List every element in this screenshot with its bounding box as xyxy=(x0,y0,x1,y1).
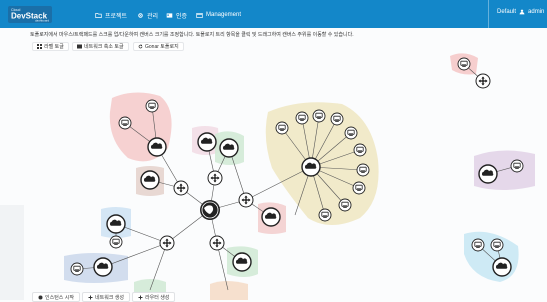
instance-node[interactable] xyxy=(330,112,344,126)
router-6[interactable] xyxy=(475,73,491,89)
network-node-cyan[interactable] xyxy=(492,257,512,277)
network-group-peach xyxy=(210,281,248,300)
plus-icon xyxy=(88,295,93,299)
router-4[interactable] xyxy=(159,235,175,251)
instance-node[interactable] xyxy=(344,126,358,140)
network-node-yellow[interactable] xyxy=(301,157,321,177)
router-1[interactable] xyxy=(173,180,189,196)
create-network-button[interactable]: 네트워크 생성 xyxy=(82,292,130,302)
create-router-label: 라우터 생성 xyxy=(145,294,170,301)
instance-node[interactable] xyxy=(318,208,332,222)
instance-node[interactable] xyxy=(353,143,367,157)
router-5[interactable] xyxy=(209,235,225,251)
network-node-blue[interactable] xyxy=(106,214,126,234)
network-node-salmon[interactable] xyxy=(261,207,281,227)
instance-node[interactable] xyxy=(312,109,326,123)
plus-icon xyxy=(138,295,143,299)
instance-node[interactable] xyxy=(490,238,504,252)
instance-node[interactable] xyxy=(295,111,309,125)
cloud-upload-icon xyxy=(38,295,43,299)
launch-instance-button[interactable]: 인스턴스 시작 xyxy=(32,292,80,302)
external-network-node[interactable] xyxy=(200,200,220,220)
instance-node[interactable] xyxy=(356,163,370,177)
network-node-blue-wide[interactable] xyxy=(93,257,113,277)
instance-node[interactable] xyxy=(510,159,524,173)
network-node-green[interactable] xyxy=(219,138,239,158)
network-node-red[interactable] xyxy=(147,137,167,157)
instance-node[interactable] xyxy=(109,235,123,249)
instance-node[interactable] xyxy=(118,116,132,130)
router-2[interactable] xyxy=(207,170,223,186)
instance-node[interactable] xyxy=(275,121,289,135)
network-node-brown[interactable] xyxy=(140,170,160,190)
instance-node[interactable] xyxy=(471,238,485,252)
launch-instance-label: 인스턴스 시작 xyxy=(45,294,74,301)
router-3[interactable] xyxy=(238,192,254,208)
network-node-purple[interactable] xyxy=(478,164,498,184)
instance-node[interactable] xyxy=(145,99,159,113)
instance-node[interactable] xyxy=(457,57,471,71)
create-network-label: 네트워크 생성 xyxy=(95,294,124,301)
create-router-button[interactable]: 라우터 생성 xyxy=(132,292,176,302)
network-topology-canvas[interactable] xyxy=(0,0,547,300)
network-node-green-bottom[interactable] xyxy=(232,252,252,272)
instance-node[interactable] xyxy=(338,198,352,212)
network-node-pink[interactable] xyxy=(197,132,217,152)
instance-node[interactable] xyxy=(70,262,84,276)
instance-node[interactable] xyxy=(352,181,366,195)
